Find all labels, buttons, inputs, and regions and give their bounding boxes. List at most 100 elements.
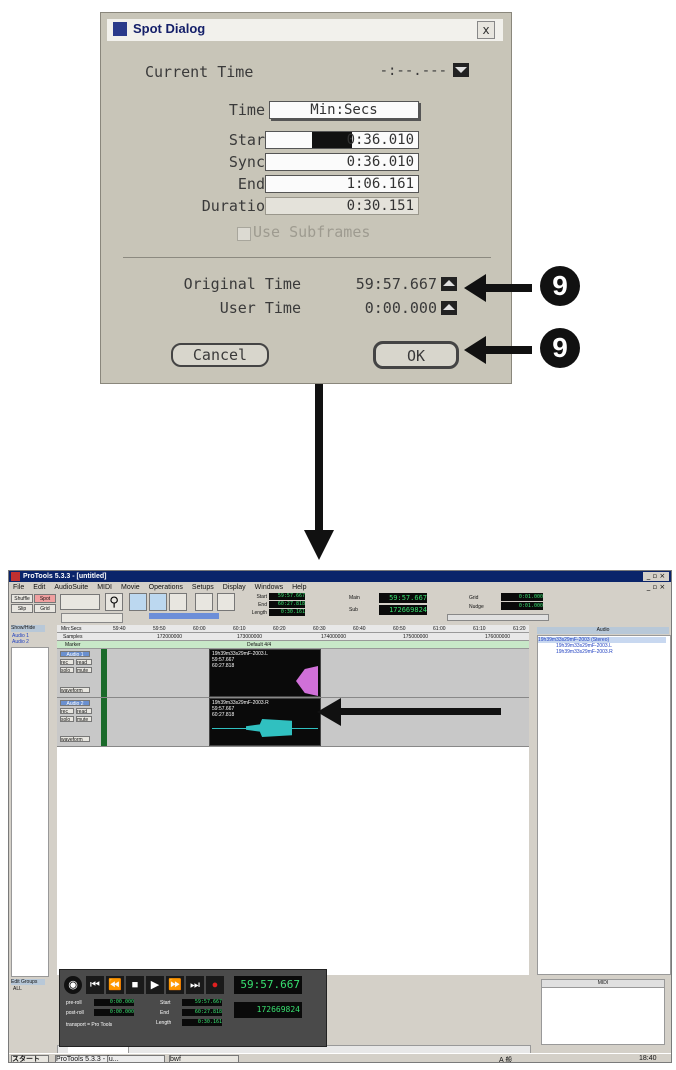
audio-clip-left[interactable]: 19h39m33s29mF-2003.L 59:57.667 60:27.818 bbox=[209, 649, 321, 697]
window-controls[interactable]: _ ▫ × bbox=[643, 572, 669, 581]
mode-spot[interactable]: Spot bbox=[34, 594, 56, 603]
region-item[interactable]: 19h39m33s29mF-2003.R bbox=[556, 649, 613, 655]
fast-forward-icon[interactable]: ⏩ bbox=[166, 976, 184, 994]
online-icon[interactable]: ◉ bbox=[64, 976, 82, 994]
track-view-select[interactable]: waveform bbox=[60, 736, 90, 743]
read-button[interactable]: read bbox=[76, 659, 92, 666]
transport-end-value[interactable]: 60:27.818 bbox=[182, 1009, 222, 1016]
marker-ruler: Marker Default 4/4 bbox=[57, 641, 529, 649]
track-name[interactable]: Audio 1 bbox=[60, 651, 90, 658]
record-icon[interactable]: ● bbox=[206, 976, 224, 994]
start-field[interactable]: 0:36.010 bbox=[265, 131, 419, 149]
stop-icon[interactable]: ■ bbox=[126, 976, 144, 994]
grabber-tool-icon[interactable] bbox=[169, 593, 187, 611]
zoom-tool-icon[interactable]: ⚲ bbox=[105, 593, 123, 611]
start-value: 0:36.010 bbox=[346, 132, 414, 148]
rec-button[interactable]: rec bbox=[60, 659, 74, 666]
taskbar-item-protools[interactable]: ProTools 5.3.3 - [u... bbox=[55, 1055, 165, 1062]
menu-windows[interactable]: Windows bbox=[255, 583, 283, 592]
menu-operations[interactable]: Operations bbox=[149, 583, 183, 592]
go-to-end-icon[interactable]: ⏭ bbox=[186, 976, 204, 994]
regions-list: 19h39m33s29mF-2003 (Stereo) 19h39m33s29m… bbox=[537, 635, 671, 975]
position-scrollbar[interactable] bbox=[447, 614, 549, 621]
menu-audiosuite[interactable]: AudioSuite bbox=[54, 583, 88, 592]
speaker-icon[interactable] bbox=[195, 593, 213, 611]
audio-clip-right[interactable]: 19h39m33s29mF-2003.R 59:57.667 60:27.818 bbox=[209, 698, 321, 746]
mute-button[interactable]: mute bbox=[76, 667, 92, 674]
track-view-select[interactable]: waveform bbox=[60, 687, 90, 694]
waveform bbox=[246, 719, 292, 737]
transport-length-value[interactable]: 0:30.161 bbox=[182, 1019, 222, 1026]
scroll-indicator[interactable] bbox=[149, 613, 219, 619]
close-icon[interactable]: x bbox=[477, 21, 495, 39]
transport-main-counter[interactable]: 59:57.667 bbox=[234, 976, 302, 994]
original-time-button[interactable] bbox=[441, 277, 457, 291]
edit-area bbox=[57, 747, 529, 975]
time-format-select[interactable]: Min:Secs bbox=[269, 101, 419, 119]
document-controls[interactable]: _ ▫ × bbox=[643, 583, 669, 592]
show-hide-header[interactable]: Show/Hide bbox=[11, 625, 45, 632]
start-counter[interactable]: 59:57.667 bbox=[269, 593, 305, 600]
return-to-zero-icon[interactable]: ⏮ bbox=[86, 976, 104, 994]
menu-file[interactable]: File bbox=[13, 583, 24, 592]
zoom-buttons[interactable] bbox=[60, 594, 100, 610]
window-title: ProTools 5.3.3 - [untitled] bbox=[23, 573, 107, 580]
ime-indicator[interactable]: A 般 bbox=[499, 1055, 512, 1062]
pencil-tool-icon[interactable] bbox=[217, 593, 235, 611]
solo-button[interactable]: solo bbox=[60, 667, 74, 674]
mode-slip[interactable]: Slip bbox=[11, 604, 33, 613]
main-counter[interactable]: 59:57.667 bbox=[379, 593, 427, 603]
start-button[interactable]: スタート bbox=[11, 1055, 49, 1062]
menu-setups[interactable]: Setups bbox=[192, 583, 214, 592]
play-icon[interactable]: ▶ bbox=[146, 976, 164, 994]
menu-help[interactable]: Help bbox=[292, 583, 306, 592]
end-counter[interactable]: 60:27.818 bbox=[269, 601, 305, 608]
show-hide-item-audio2[interactable]: Audio 2 bbox=[12, 639, 29, 645]
solo-button[interactable]: solo bbox=[60, 716, 74, 723]
read-button[interactable]: read bbox=[76, 708, 92, 715]
mute-button[interactable]: mute bbox=[76, 716, 92, 723]
menu-edit[interactable]: Edit bbox=[33, 583, 45, 592]
sub-counter-label: Sub bbox=[349, 607, 358, 613]
current-time-dropdown[interactable] bbox=[453, 63, 469, 77]
nudge-value[interactable]: 0:01.000 bbox=[501, 602, 543, 610]
sync-field[interactable]: 0:36.010 bbox=[265, 153, 419, 171]
ruler-tick: 60:20 bbox=[273, 626, 286, 632]
menu-movie[interactable]: Movie bbox=[121, 583, 140, 592]
duration-label: Duratio bbox=[201, 197, 265, 215]
trim-tool-icon[interactable] bbox=[129, 593, 147, 611]
length-counter[interactable]: 0:30.161 bbox=[269, 609, 305, 616]
user-time-label: User Time bbox=[219, 299, 301, 317]
sub-counter[interactable]: 172669824 bbox=[379, 605, 427, 615]
user-time-value: 0:00.000 bbox=[364, 299, 437, 317]
tracks-list bbox=[11, 647, 49, 977]
subframes-checkbox[interactable] bbox=[237, 227, 251, 241]
track-height-buttons[interactable] bbox=[61, 613, 123, 623]
annotation-arrow-shaft bbox=[484, 346, 532, 354]
user-time-button[interactable] bbox=[441, 301, 457, 315]
edit-group-all[interactable]: ALL bbox=[13, 986, 22, 992]
rec-button[interactable]: rec bbox=[60, 708, 74, 715]
transport-sub-counter[interactable]: 172669824 bbox=[234, 1002, 302, 1018]
cancel-button[interactable]: Cancel bbox=[171, 343, 269, 367]
menu-midi[interactable]: MIDI bbox=[97, 583, 112, 592]
dialog-title: Spot Dialog bbox=[133, 21, 206, 36]
end-field[interactable]: 1:06.161 bbox=[265, 175, 419, 193]
ok-button[interactable]: OK bbox=[373, 341, 459, 369]
edit-groups-header[interactable]: Edit Groups bbox=[11, 979, 45, 985]
mode-shuffle[interactable]: Shuffle bbox=[11, 594, 33, 603]
postroll-value[interactable]: 0:00.000 bbox=[94, 1009, 134, 1016]
rewind-icon[interactable]: ⏪ bbox=[106, 976, 124, 994]
arrow-left-icon bbox=[464, 274, 486, 302]
ruler-label: Samples bbox=[63, 634, 83, 640]
track-name[interactable]: Audio 2 bbox=[60, 700, 90, 707]
mode-grid[interactable]: Grid bbox=[34, 604, 56, 613]
selector-tool-icon[interactable] bbox=[149, 593, 167, 611]
taskbar-item-folder[interactable]: bwf bbox=[169, 1055, 239, 1062]
grid-value[interactable]: 0:01.000 bbox=[501, 593, 543, 601]
preroll-value[interactable]: 0:00.000 bbox=[94, 999, 134, 1006]
scroll-thumb[interactable] bbox=[68, 1046, 129, 1053]
transport-start-value[interactable]: 59:57.667 bbox=[182, 999, 222, 1006]
track-audio1: Audio 1 rec read solo mute waveform 19h3… bbox=[57, 649, 529, 698]
menu-display[interactable]: Display bbox=[223, 583, 246, 592]
